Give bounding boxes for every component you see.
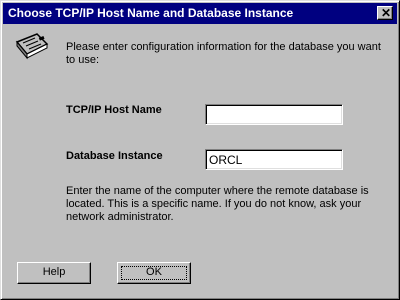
title-bar[interactable]: Choose TCP/IP Host Name and Database Ins… [3,3,397,24]
close-icon: ✕ [381,6,392,20]
network-card-icon [15,33,49,60]
window-title: Choose TCP/IP Host Name and Database Ins… [8,6,294,20]
help-button[interactable]: Help [17,262,91,284]
database-instance-input[interactable]: ORCL [205,149,343,170]
host-name-label: TCP/IP Host Name [66,104,162,116]
help-button-label: Help [42,266,66,278]
help-description-text: Enter the name of the computer where the… [66,185,369,223]
close-button[interactable]: ✕ [377,6,393,20]
database-instance-label: Database Instance [66,150,163,162]
intro-text: Please enter configuration information f… [66,41,381,66]
host-name-input[interactable] [205,104,343,125]
ok-button[interactable]: OK [117,262,191,284]
ok-button-label: OK [146,266,162,278]
dialog-window: Choose TCP/IP Host Name and Database Ins… [0,0,400,300]
